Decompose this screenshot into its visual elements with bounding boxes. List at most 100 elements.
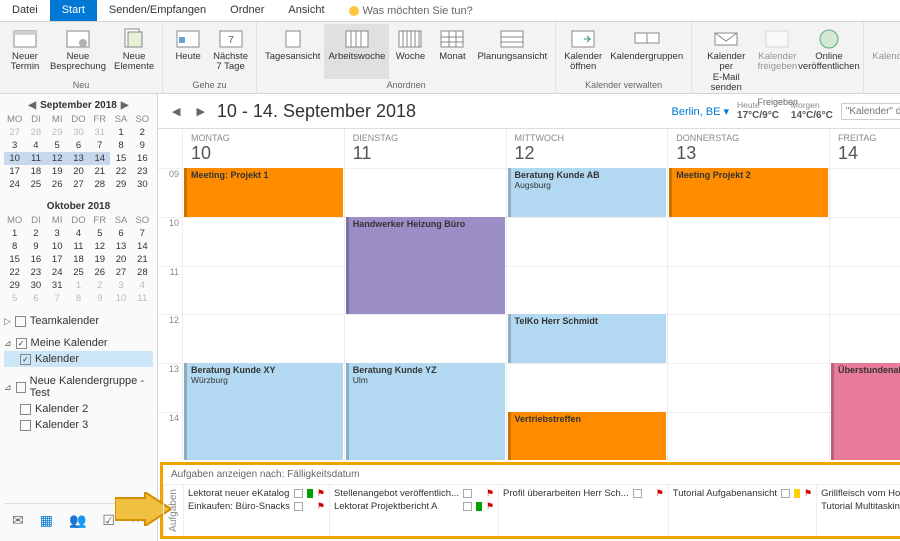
mini-cal-day[interactable]: 15 [4, 253, 25, 266]
mini-cal-day[interactable]: 14 [132, 240, 153, 253]
flag-icon[interactable]: ⚑ [317, 488, 325, 499]
mini-cal-day[interactable]: 28 [25, 126, 46, 139]
flag-icon[interactable]: ⚑ [804, 488, 812, 499]
location-label[interactable]: Berlin, BE ▾ [672, 105, 730, 118]
mini-cal-day[interactable]: 10 [47, 240, 68, 253]
open-calendar-button[interactable]: Kalender öffnen [560, 24, 606, 79]
tab-file[interactable]: Datei [0, 0, 50, 21]
new-meeting-button[interactable]: Neue Besprechung [46, 24, 110, 79]
mini-cal-day[interactable]: 5 [47, 139, 68, 152]
flag-icon[interactable]: ⚑ [486, 501, 494, 512]
task-item[interactable]: Lektorat Projektbericht A⚑ [334, 500, 494, 513]
calendar-item[interactable]: Kalender 3 [4, 417, 153, 433]
mini-cal-day[interactable]: 18 [25, 165, 46, 178]
mini-cal-day[interactable]: 2 [25, 227, 46, 240]
calendar-event[interactable]: Meeting: Projekt 1 [184, 168, 343, 217]
mini-cal-day[interactable]: 7 [132, 227, 153, 240]
mini-cal-day[interactable]: 11 [132, 292, 153, 305]
mini-cal-day[interactable]: 17 [47, 253, 68, 266]
mini-cal-day[interactable]: 5 [4, 292, 25, 305]
calendar-item[interactable]: Kalender 2 [4, 401, 153, 417]
mini-cal-day[interactable]: 20 [68, 165, 89, 178]
mini-cal-day[interactable]: 28 [132, 266, 153, 279]
task-checkbox[interactable] [294, 489, 303, 498]
mini-cal-day[interactable]: 7 [89, 139, 110, 152]
tasks-sort-header[interactable]: Aufgaben anzeigen nach: Fälligkeitsdatum [163, 465, 900, 485]
mini-cal-day[interactable]: 15 [110, 152, 131, 165]
mini-cal-day[interactable]: 1 [4, 227, 25, 240]
mini-cal-day[interactable]: 7 [47, 292, 68, 305]
checkbox[interactable] [20, 354, 31, 365]
day-column[interactable]: Handwerker Heizung BüroBeratung Kunde YZ… [344, 168, 506, 460]
calendar-event[interactable]: Vertriebstreffen [508, 412, 667, 461]
mini-cal-day[interactable]: 16 [25, 253, 46, 266]
calendar-event[interactable]: Beratung Kunde XYWürzburg [184, 363, 343, 460]
mini-cal-day[interactable]: 26 [47, 178, 68, 191]
mini-cal-day[interactable]: 9 [25, 240, 46, 253]
calendar-nav-icon[interactable]: ▦ [40, 512, 53, 529]
people-nav-icon[interactable]: 👥 [69, 512, 86, 529]
tasks-nav-icon[interactable]: ☑ [102, 512, 115, 529]
mini-cal-day[interactable]: 19 [89, 253, 110, 266]
checkbox[interactable] [20, 420, 31, 431]
calendar-event[interactable]: Meeting Projekt 2 [669, 168, 828, 217]
mini-cal-day[interactable]: 8 [110, 139, 131, 152]
task-checkbox[interactable] [781, 489, 790, 498]
task-item[interactable]: Einkaufen: Büro-Snacks⚑ [188, 500, 325, 513]
mini-cal-day[interactable]: 3 [110, 279, 131, 292]
publish-online-button[interactable]: Online veröffentlichen [798, 24, 859, 96]
flag-icon[interactable]: ⚑ [317, 501, 325, 512]
task-item[interactable]: Grillfleisch vom Hofladen mi...⚑ [821, 487, 900, 500]
mini-cal-day[interactable]: 22 [4, 266, 25, 279]
mini-cal-day[interactable]: 6 [110, 227, 131, 240]
task-item[interactable]: Tutorial Aufgabenansicht⚑ [673, 487, 812, 500]
mini-cal-day[interactable]: 1 [110, 126, 131, 139]
mini-cal-day[interactable]: 31 [89, 126, 110, 139]
mini-cal-day[interactable]: 18 [68, 253, 89, 266]
mini-cal-day[interactable]: 10 [4, 152, 25, 165]
mini-cal-day[interactable]: 12 [89, 240, 110, 253]
prev-month-button[interactable]: ◀ [28, 100, 36, 111]
mini-cal-day[interactable]: 31 [47, 279, 68, 292]
mini-cal-day[interactable]: 3 [47, 227, 68, 240]
task-item[interactable]: Stellenangebot veröffentlich...⚑ [334, 487, 494, 500]
mini-cal-day[interactable]: 22 [110, 165, 131, 178]
calendar-event[interactable]: Handwerker Heizung Büro [346, 217, 505, 314]
mini-cal-day[interactable]: 21 [132, 253, 153, 266]
flag-icon[interactable]: ⚑ [486, 488, 494, 499]
task-checkbox[interactable] [463, 502, 472, 511]
new-items-button[interactable]: Neue Elemente [110, 24, 158, 79]
mini-cal-day[interactable]: 13 [110, 240, 131, 253]
mini-cal-day[interactable]: 17 [4, 165, 25, 178]
mini-cal-day[interactable]: 29 [110, 178, 131, 191]
prev-week-button[interactable]: ◀ [168, 105, 184, 118]
share-calendar-button[interactable]: Kalender freigeben [756, 24, 798, 96]
tab-send-receive[interactable]: Senden/Empfangen [97, 0, 218, 21]
mini-cal-day[interactable]: 30 [25, 279, 46, 292]
mini-cal-day[interactable]: 11 [25, 152, 46, 165]
mini-cal-day[interactable]: 23 [25, 266, 46, 279]
month-view-button[interactable]: Monat [431, 24, 473, 79]
mini-cal-day[interactable]: 4 [25, 139, 46, 152]
day-column-header[interactable]: FREITAG14 [829, 129, 900, 168]
work-week-button[interactable]: Arbeitswoche [324, 24, 389, 79]
flag-icon[interactable]: ⚑ [656, 488, 664, 499]
mini-cal-day[interactable]: 13 [68, 152, 89, 165]
mini-cal-day[interactable]: 9 [132, 139, 153, 152]
schedule-view-button[interactable]: Planungsansicht [473, 24, 551, 79]
mini-cal-day[interactable]: 6 [68, 139, 89, 152]
next-7-days-button[interactable]: 7 Nächste 7 Tage [209, 24, 252, 79]
calendar-groups-button[interactable]: Kalendergruppen [606, 24, 687, 79]
email-calendar-button[interactable]: Kalender per E-Mail senden [696, 24, 756, 96]
day-view-button[interactable]: Tagesansicht [261, 24, 324, 79]
checkbox[interactable] [16, 338, 27, 349]
day-column-header[interactable]: MONTAG10 [182, 129, 344, 168]
mini-cal-day[interactable]: 14 [89, 152, 110, 165]
day-column[interactable]: Meeting Projekt 2 [667, 168, 829, 460]
mini-cal-day[interactable]: 30 [132, 178, 153, 191]
mini-cal-day[interactable]: 5 [89, 227, 110, 240]
mini-cal-day[interactable]: 12 [47, 152, 68, 165]
tab-folder[interactable]: Ordner [218, 0, 276, 21]
mini-cal-day[interactable]: 26 [89, 266, 110, 279]
mini-cal-day[interactable]: 24 [4, 178, 25, 191]
